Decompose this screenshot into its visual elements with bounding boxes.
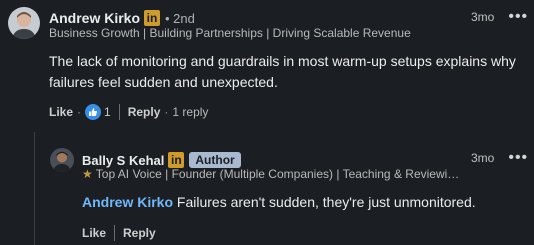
like-button[interactable]: Like	[82, 226, 106, 240]
comment-actions: Like · 1 Reply · 1 reply	[49, 104, 208, 120]
separator-dot: ·	[164, 105, 169, 119]
reply-author-headline: ★ Top AI Voice | Founder (Multiple Compa…	[82, 167, 459, 181]
more-options-icon[interactable]: •••	[508, 9, 528, 25]
headline-text: Business Growth | Building Partnerships …	[49, 26, 411, 40]
reactions-count[interactable]: 1	[104, 105, 111, 119]
avatar-bally-s-kehal[interactable]	[50, 148, 74, 172]
headline-text: Top AI Voice | Founder (Multiple Compani…	[95, 167, 460, 181]
like-reaction-icon[interactable]	[85, 104, 102, 120]
reply-text-body: Failures aren't sudden, they're just unm…	[173, 194, 476, 210]
connection-degree: • 2nd	[165, 10, 195, 26]
comment-author-line: Andrew Kirko in • 2nd	[49, 9, 195, 27]
comment-timestamp: 3mo	[471, 10, 495, 24]
divider	[118, 104, 120, 120]
reply-button[interactable]: Reply	[128, 105, 161, 119]
reply-actions: Like Reply	[82, 225, 156, 241]
comment-author-name[interactable]: Andrew Kirko	[49, 10, 140, 26]
linkedin-premium-icon: in	[168, 152, 185, 168]
divider	[114, 225, 116, 241]
like-button[interactable]: Like	[49, 105, 73, 119]
avatar-andrew-kirko[interactable]	[8, 7, 40, 39]
avatar-image	[50, 148, 74, 172]
thumbs-up-icon	[89, 108, 98, 116]
more-options-icon[interactable]: •••	[508, 150, 528, 166]
comment-meta: 3mo •••	[471, 9, 528, 25]
reply-text: Andrew Kirko Failures aren't sudden, the…	[82, 192, 522, 213]
star-icon: ★	[82, 167, 93, 181]
reply-timestamp: 3mo	[471, 151, 495, 165]
avatar-image	[8, 7, 40, 39]
mention-link[interactable]: Andrew Kirko	[82, 194, 173, 210]
linkedin-premium-icon: in	[144, 10, 161, 26]
reply-author-name[interactable]: Bally S Kehal	[82, 153, 164, 168]
thread-line	[34, 132, 35, 245]
reply-count-link[interactable]: 1 reply	[172, 105, 208, 119]
comment-thread: Andrew Kirko in • 2nd Business Growth | …	[0, 0, 534, 245]
comment-author-headline: Business Growth | Building Partnerships …	[49, 26, 411, 40]
separator-dot: ·	[77, 105, 82, 119]
author-badge: Author	[189, 152, 241, 168]
reply-meta: 3mo •••	[471, 150, 528, 166]
reply-button[interactable]: Reply	[123, 226, 156, 240]
comment-text: The lack of monitoring and guardrails in…	[49, 53, 516, 90]
